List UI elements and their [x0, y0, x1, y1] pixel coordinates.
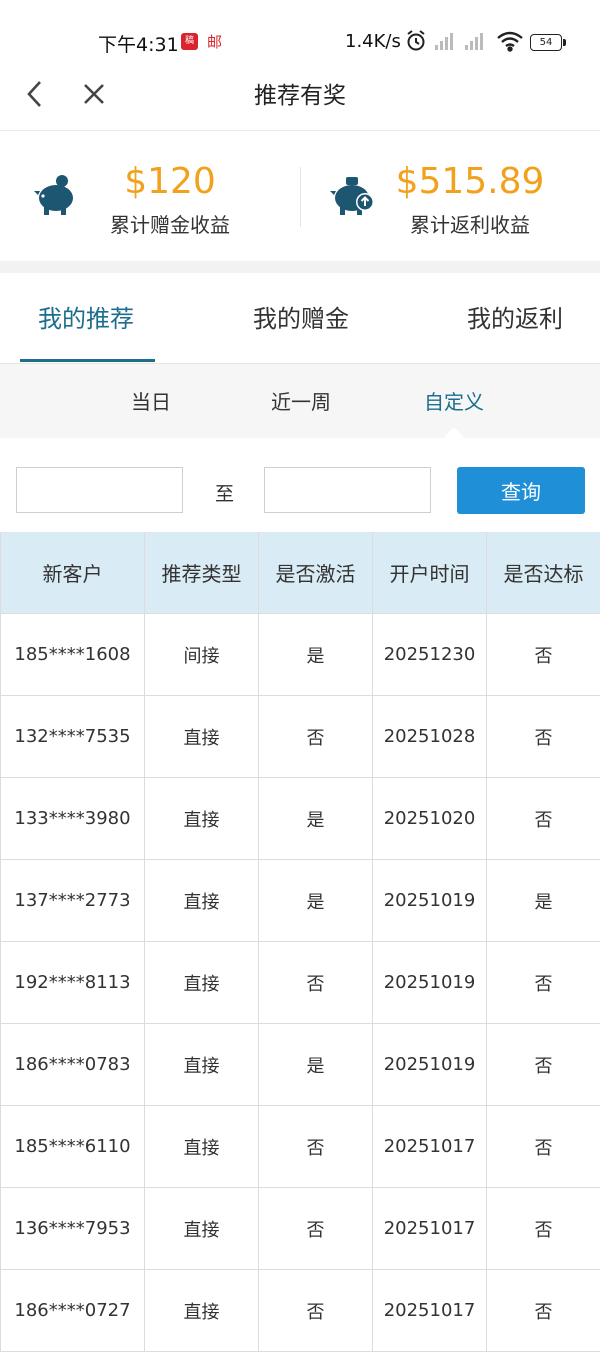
- client-cell: 136****7953: [1, 1188, 145, 1270]
- activated-cell: 是: [259, 778, 373, 860]
- activated-cell: 是: [259, 860, 373, 942]
- table-row: 192****8113直接否20251019否: [1, 942, 600, 1024]
- client-cell: 133****3980: [1, 778, 145, 860]
- client-cell: 192****8113: [1, 942, 145, 1024]
- filter-week[interactable]: 近一周: [271, 386, 331, 415]
- activated-cell: 否: [259, 1106, 373, 1188]
- tab-my-referrals[interactable]: 我的推荐: [38, 299, 134, 334]
- start-date-input[interactable]: [16, 467, 183, 513]
- table-row: 186****0783直接是20251019否: [1, 1024, 600, 1106]
- qualified-cell: 否: [487, 1106, 600, 1188]
- network-speed: 1.4K/s: [345, 31, 401, 52]
- open-date-cell: 20251028: [373, 696, 487, 778]
- open-date-cell: 20251017: [373, 1270, 487, 1352]
- client-cell: 132****7535: [1, 696, 145, 778]
- rebate-summary-card: $515.89 累计返利收益: [300, 131, 600, 261]
- signal-icon: [435, 33, 453, 50]
- open-date-cell: 20251017: [373, 1188, 487, 1270]
- filter-today[interactable]: 当日: [131, 386, 171, 415]
- referral-type-cell: 直接: [145, 942, 259, 1024]
- earnings-summary: $120 累计赠金收益 $515.89 累计返利收益: [0, 131, 600, 261]
- qualified-cell: 否: [487, 1024, 600, 1106]
- activated-cell: 否: [259, 942, 373, 1024]
- referral-table: 新客户 推荐类型 是否激活 开户时间 是否达标 185****1608间接是20…: [0, 532, 600, 1352]
- query-button[interactable]: 查询: [457, 467, 585, 514]
- qualified-cell: 否: [487, 696, 600, 778]
- date-range-separator: 至: [215, 479, 234, 506]
- table-row: 185****6110直接否20251017否: [1, 1106, 600, 1188]
- client-cell: 137****2773: [1, 860, 145, 942]
- table-row: 133****3980直接是20251020否: [1, 778, 600, 860]
- qualified-cell: 是: [487, 860, 600, 942]
- section-separator: [0, 261, 600, 273]
- active-tab-indicator: [20, 359, 155, 362]
- tab-bar: 我的推荐 我的赠金 我的返利: [0, 273, 600, 364]
- app-notification-icon: 稿: [181, 33, 198, 50]
- tab-my-rebate[interactable]: 我的返利: [467, 299, 563, 334]
- alarm-icon: [408, 31, 424, 50]
- referral-type-cell: 直接: [145, 860, 259, 942]
- activated-cell: 否: [259, 1188, 373, 1270]
- table-header-row: 新客户 推荐类型 是否激活 开户时间 是否达标: [1, 532, 600, 614]
- tab-my-bonus[interactable]: 我的赠金: [253, 299, 349, 334]
- header-activated: 是否激活: [259, 532, 373, 614]
- status-time: 下午4:31: [98, 30, 179, 57]
- table-row: 185****1608间接是20251230否: [1, 614, 600, 696]
- referral-type-cell: 直接: [145, 1106, 259, 1188]
- referral-type-cell: 间接: [145, 614, 259, 696]
- header-referral-type: 推荐类型: [145, 532, 259, 614]
- client-cell: 186****0783: [1, 1024, 145, 1106]
- page-title: 推荐有奖: [0, 76, 600, 110]
- battery-icon: 54: [530, 34, 562, 51]
- client-cell: 185****1608: [1, 614, 145, 696]
- client-cell: 186****0727: [1, 1270, 145, 1352]
- activated-cell: 否: [259, 696, 373, 778]
- bonus-amount: $120: [0, 161, 300, 202]
- status-icons: [405, 28, 530, 56]
- open-date-cell: 20251230: [373, 614, 487, 696]
- bonus-label: 累计赠金收益: [0, 209, 300, 238]
- header-qualified: 是否达标: [487, 532, 600, 614]
- header-bar: 推荐有奖: [0, 64, 600, 131]
- rebate-label: 累计返利收益: [300, 209, 600, 238]
- open-date-cell: 20251019: [373, 1024, 487, 1106]
- table-row: 137****2773直接是20251019是: [1, 860, 600, 942]
- bonus-summary-card: $120 累计赠金收益: [0, 131, 300, 261]
- period-filter-bar: 当日 近一周 自定义: [0, 364, 600, 438]
- table-row: 132****7535直接否20251028否: [1, 696, 600, 778]
- client-cell: 185****6110: [1, 1106, 145, 1188]
- header-new-client: 新客户: [1, 532, 145, 614]
- table-row: 136****7953直接否20251017否: [1, 1188, 600, 1270]
- qualified-cell: 否: [487, 614, 600, 696]
- wifi-icon: [498, 33, 522, 51]
- open-date-cell: 20251017: [373, 1106, 487, 1188]
- activated-cell: 否: [259, 1270, 373, 1352]
- qualified-cell: 否: [487, 1188, 600, 1270]
- qualified-cell: 否: [487, 778, 600, 860]
- table-body: 185****1608间接是20251230否132****7535直接否202…: [1, 614, 600, 1352]
- open-date-cell: 20251019: [373, 942, 487, 1024]
- referral-type-cell: 直接: [145, 1270, 259, 1352]
- qualified-cell: 否: [487, 1270, 600, 1352]
- date-range-row: 至 查询: [0, 438, 600, 532]
- signal-icon: [465, 33, 483, 50]
- open-date-cell: 20251019: [373, 860, 487, 942]
- activated-cell: 是: [259, 1024, 373, 1106]
- end-date-input[interactable]: [264, 467, 431, 513]
- qualified-cell: 否: [487, 942, 600, 1024]
- referral-type-cell: 直接: [145, 696, 259, 778]
- mail-notification-icon: 邮: [207, 31, 222, 52]
- referral-type-cell: 直接: [145, 778, 259, 860]
- activated-cell: 是: [259, 614, 373, 696]
- header-open-date: 开户时间: [373, 532, 487, 614]
- open-date-cell: 20251020: [373, 778, 487, 860]
- referral-type-cell: 直接: [145, 1188, 259, 1270]
- filter-custom[interactable]: 自定义: [424, 386, 484, 415]
- rebate-amount: $515.89: [300, 161, 600, 202]
- table-row: 186****0727直接否20251017否: [1, 1270, 600, 1352]
- referral-type-cell: 直接: [145, 1024, 259, 1106]
